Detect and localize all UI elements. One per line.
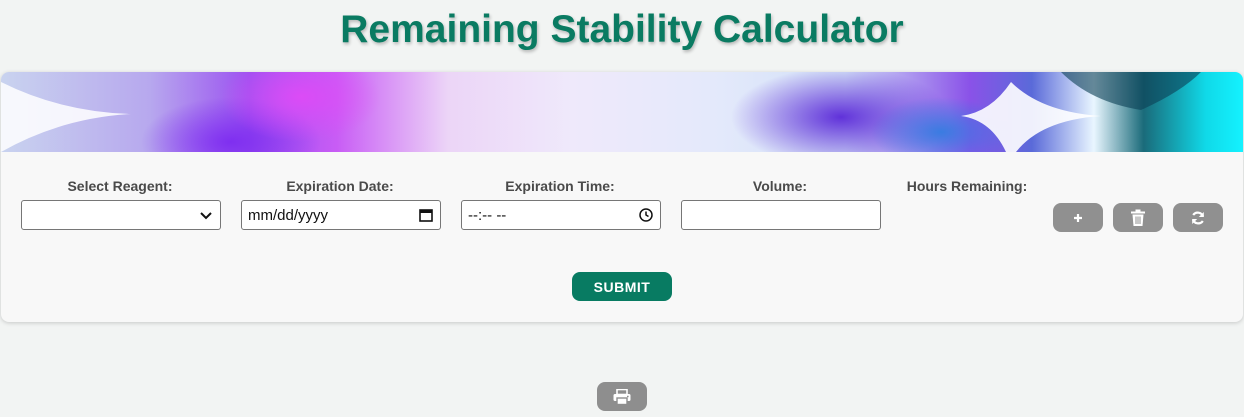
- printer-icon: [613, 388, 631, 405]
- submit-button[interactable]: SUBMIT: [572, 272, 672, 301]
- plus-icon: [1074, 213, 1082, 222]
- expiration-time-input[interactable]: --:-- --: [461, 200, 661, 230]
- expiration-date-input[interactable]: mm/dd/yyyy: [241, 200, 441, 230]
- expiration-date-placeholder: mm/dd/yyyy: [248, 206, 329, 224]
- delete-row-button[interactable]: [1113, 203, 1163, 232]
- reset-button[interactable]: [1173, 203, 1223, 232]
- expiration-date-label: Expiration Date:: [286, 178, 394, 194]
- print-button[interactable]: [597, 382, 647, 411]
- add-row-button[interactable]: [1053, 203, 1103, 232]
- trash-icon: [1131, 209, 1145, 226]
- calculator-card: Select Reagent: Expiration Date: mm/dd/y…: [1, 72, 1243, 322]
- banner-image: [1, 72, 1243, 152]
- clock-icon[interactable]: [638, 207, 654, 223]
- hours-remaining-label: Hours Remaining:: [906, 178, 1028, 194]
- expiration-time-placeholder: --:-- --: [468, 206, 507, 224]
- expiration-time-label: Expiration Time:: [505, 178, 615, 194]
- reagent-select[interactable]: [21, 200, 221, 230]
- refresh-icon: [1191, 211, 1205, 224]
- reagent-label: Select Reagent:: [67, 178, 173, 194]
- calendar-icon[interactable]: [418, 207, 434, 223]
- page-title: Remaining Stability Calculator: [340, 8, 904, 51]
- volume-label: Volume:: [752, 178, 808, 194]
- volume-input[interactable]: [681, 200, 881, 230]
- chevron-down-icon: [200, 212, 212, 220]
